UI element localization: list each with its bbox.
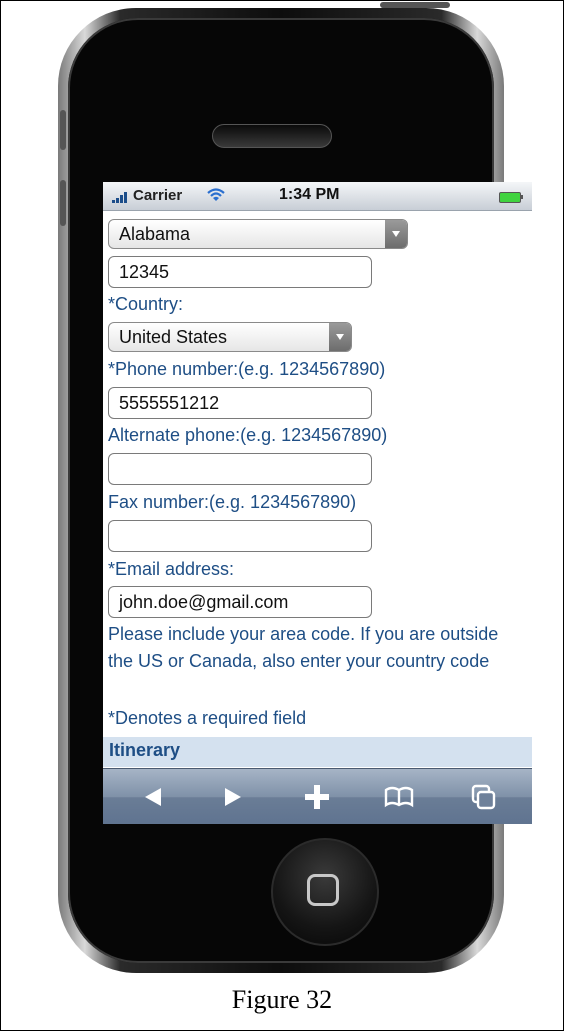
zip-field[interactable]: 12345 [108, 256, 372, 288]
phone-screen: Carrier 1:34 PM Alabama 12345 *Country: … [103, 182, 532, 824]
fax-label: Fax number:(e.g. 1234567890) [108, 492, 357, 512]
fax-field[interactable] [108, 520, 372, 552]
phone-label: *Phone number:(e.g. 1234567890) [108, 359, 386, 379]
home-square-icon [307, 874, 339, 906]
country-label: *Country: [108, 294, 184, 314]
battery-tip [521, 195, 523, 199]
email-field[interactable]: john.doe@gmail.com [108, 586, 372, 618]
itinerary-section-header: Itinerary [103, 737, 532, 767]
side-button [60, 110, 66, 150]
wifi-icon [207, 188, 225, 201]
add-icon[interactable] [301, 781, 333, 813]
state-select-value: Alabama [119, 224, 191, 244]
forward-icon[interactable] [217, 781, 249, 813]
country-select-value: United States [119, 327, 228, 347]
form-content: Alabama 12345 *Country: United States *P… [103, 211, 532, 767]
pages-icon[interactable] [467, 781, 499, 813]
battery-icon [499, 192, 521, 203]
back-icon[interactable] [137, 781, 169, 813]
chevron-down-icon [385, 220, 407, 248]
phone-field-value: 5555551212 [119, 393, 220, 413]
sleep-button [380, 2, 450, 8]
zip-field-value: 12345 [119, 262, 170, 282]
home-button[interactable] [271, 838, 379, 946]
status-bar: Carrier 1:34 PM [103, 182, 532, 211]
itinerary-title: Itinerary [109, 740, 181, 760]
clock: 1:34 PM [279, 186, 340, 203]
country-select[interactable]: United States [108, 322, 352, 352]
figure-caption: Figure 32 [231, 985, 333, 1014]
email-field-value: john.doe@gmail.com [119, 592, 289, 612]
chevron-down-icon [329, 323, 351, 351]
earpiece-speaker [212, 124, 332, 148]
alternate-phone-field[interactable] [108, 453, 372, 485]
phone-field[interactable]: 5555551212 [108, 387, 372, 419]
alternate-phone-label: Alternate phone:(e.g. 1234567890) [108, 425, 388, 445]
required-field-note: *Denotes a required field [108, 708, 307, 728]
email-label: *Email address: [108, 559, 235, 579]
volume-button [60, 180, 66, 226]
bookmarks-icon[interactable] [383, 781, 415, 813]
safari-toolbar [103, 768, 532, 824]
state-select[interactable]: Alabama [108, 219, 408, 249]
area-code-note: Please include your area code. If you ar… [108, 624, 499, 671]
signal-icon [112, 191, 130, 203]
carrier-label: Carrier [133, 187, 183, 204]
